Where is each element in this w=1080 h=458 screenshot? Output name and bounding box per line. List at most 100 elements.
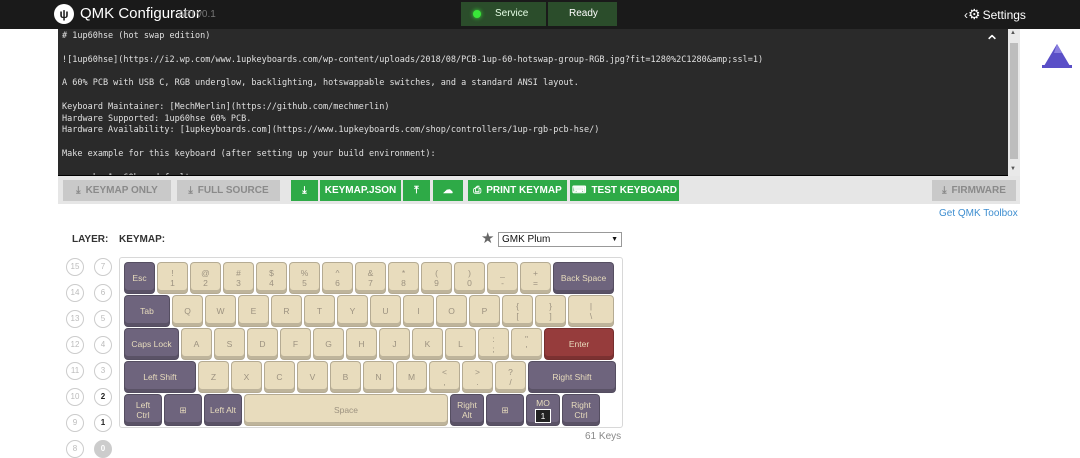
key-s[interactable]: S — [214, 328, 245, 360]
keymap-json-label-button[interactable]: KEYMAP.JSON — [320, 180, 401, 201]
key-n[interactable]: N — [363, 361, 394, 393]
toolbar: ⤓ KEYMAP ONLY ⤓ FULL SOURCE ⤓ KEYMAP.JSON … — [58, 176, 1020, 204]
key-o[interactable]: O — [436, 295, 467, 327]
key-left-ctrl[interactable]: Left Ctrl — [124, 394, 162, 426]
key-sym[interactable]: ? / — [495, 361, 526, 393]
collapse-chevron-up-icon[interactable]: ⌃ — [980, 32, 1004, 52]
key-mo[interactable]: MO 1 — [526, 394, 560, 426]
key-sym[interactable]: <, — [429, 361, 460, 393]
key-2[interactable]: @2 — [190, 262, 221, 294]
key-7[interactable]: & 7 — [355, 262, 386, 294]
key-sym[interactable]: }] — [535, 295, 566, 327]
layer-12-button[interactable]: 12 — [66, 336, 84, 354]
layer-7-button[interactable]: 7 — [94, 258, 112, 276]
layer-6-button[interactable]: 6 — [94, 284, 112, 302]
key-sym[interactable]: _ - — [487, 262, 518, 294]
key-back-space[interactable]: Back Space — [553, 262, 614, 294]
key-g[interactable]: G — [313, 328, 344, 360]
key-1[interactable]: ! 1 — [157, 262, 188, 294]
console-scrollbar[interactable] — [1008, 29, 1020, 176]
layer-14-button[interactable]: 14 — [66, 284, 84, 302]
firmware-button[interactable]: ⤓ FIRMWARE — [932, 180, 1016, 201]
key-t[interactable]: T — [304, 295, 335, 327]
key-right-ctrl[interactable]: Right Ctrl — [562, 394, 600, 426]
key-k[interactable]: K — [412, 328, 443, 360]
key-l[interactable]: L — [445, 328, 476, 360]
scrollbar-thumb[interactable] — [1010, 43, 1018, 159]
layer-2-button[interactable]: 2 — [94, 388, 112, 406]
key-left-alt[interactable]: Left Alt — [204, 394, 242, 426]
key-sublabel: ] — [549, 311, 552, 321]
key-i[interactable]: I — [403, 295, 434, 327]
layer-13-button[interactable]: 13 — [66, 310, 84, 328]
key-p[interactable]: P — [469, 295, 500, 327]
key-w[interactable]: W — [205, 295, 236, 327]
key-c[interactable]: C — [264, 361, 295, 393]
layer-8-button[interactable]: 8 — [66, 440, 84, 458]
key-e[interactable]: E — [238, 295, 269, 327]
layer-11-button[interactable]: 11 — [66, 362, 84, 380]
key-h[interactable]: H — [346, 328, 377, 360]
key-4[interactable]: $4 — [256, 262, 287, 294]
key-sym[interactable]: " ' — [511, 328, 542, 360]
key-right-shift[interactable]: Right Shift — [528, 361, 616, 393]
full-source-button[interactable]: ⤓ FULL SOURCE — [177, 180, 280, 201]
print-keymap-button[interactable]: ⎙ PRINT KEYMAP — [468, 180, 567, 201]
get-qmk-toolbox-link[interactable]: Get QMK Toolbox — [939, 208, 1018, 219]
key-space[interactable]: Space — [244, 394, 448, 426]
key-esc[interactable]: Esc — [124, 262, 155, 294]
key-r[interactable]: R — [271, 295, 302, 327]
key-enter[interactable]: Enter — [544, 328, 614, 360]
key-sym[interactable]: {[ — [502, 295, 533, 327]
key-sym[interactable]: | \ — [568, 295, 614, 327]
key-0[interactable]: ) 0 — [454, 262, 485, 294]
key-d[interactable]: D — [247, 328, 278, 360]
key-j[interactable]: J — [379, 328, 410, 360]
key-v[interactable]: V — [297, 361, 328, 393]
key-sublabel: [ — [516, 311, 519, 321]
upload-keymap-json-button[interactable]: ⤒ — [403, 180, 430, 201]
layer-5-button[interactable]: 5 — [94, 310, 112, 328]
key-3[interactable]: #3 — [223, 262, 254, 294]
layer-9-button[interactable]: 9 — [66, 414, 84, 432]
key-x[interactable]: X — [231, 361, 262, 393]
layer-0-button[interactable]: 0 — [94, 440, 112, 458]
key-6[interactable]: ^ 6 — [322, 262, 353, 294]
key-u[interactable]: U — [370, 295, 401, 327]
keymap-only-button[interactable]: ⤓ KEYMAP ONLY — [63, 180, 171, 201]
key-m[interactable]: M — [396, 361, 427, 393]
colorway-select[interactable]: GMK Plum ▼ — [498, 232, 622, 247]
layer-1-button[interactable]: 1 — [94, 414, 112, 432]
layer-10-button[interactable]: 10 — [66, 388, 84, 406]
scroll-up-arrow-icon[interactable]: ▲ — [1010, 30, 1016, 36]
key-label: Right — [571, 400, 591, 410]
key-left-shift[interactable]: Left Shift — [124, 361, 196, 393]
key-caps-lock[interactable]: Caps Lock — [124, 328, 179, 360]
scroll-down-arrow-icon[interactable]: ▼ — [1010, 166, 1016, 172]
star-icon[interactable]: ★ — [481, 229, 494, 247]
info-console[interactable]: # 1up60hse (hot swap edition) ![1up60hse… — [58, 29, 1020, 176]
layer-4-button[interactable]: 4 — [94, 336, 112, 354]
key-q[interactable]: Q — [172, 295, 203, 327]
cloud-upload-button[interactable]: ☁ — [433, 180, 463, 201]
download-keymap-json-button[interactable]: ⤓ — [291, 180, 318, 201]
key-right-alt[interactable]: Right Alt — [450, 394, 484, 426]
layer-15-button[interactable]: 15 — [66, 258, 84, 276]
settings-button[interactable]: ‹⚙ Settings — [964, 6, 1026, 23]
key-b[interactable]: B — [330, 361, 361, 393]
key-f[interactable]: F — [280, 328, 311, 360]
key-tab[interactable]: Tab — [124, 295, 170, 327]
key-z[interactable]: Z — [198, 361, 229, 393]
key-5[interactable]: % 5 — [289, 262, 320, 294]
key-sym[interactable]: ⊞ — [164, 394, 202, 426]
key-y[interactable]: Y — [337, 295, 368, 327]
key-sym[interactable]: >. — [462, 361, 493, 393]
key-sym[interactable]: ⊞ — [486, 394, 524, 426]
layer-3-button[interactable]: 3 — [94, 362, 112, 380]
key-9[interactable]: (9 — [421, 262, 452, 294]
key-a[interactable]: A — [181, 328, 212, 360]
key-8[interactable]: * 8 — [388, 262, 419, 294]
key-sym[interactable]: + = — [520, 262, 551, 294]
key-sym[interactable]: :; — [478, 328, 509, 360]
test-keyboard-button[interactable]: ⌨ TEST KEYBOARD — [570, 180, 679, 201]
